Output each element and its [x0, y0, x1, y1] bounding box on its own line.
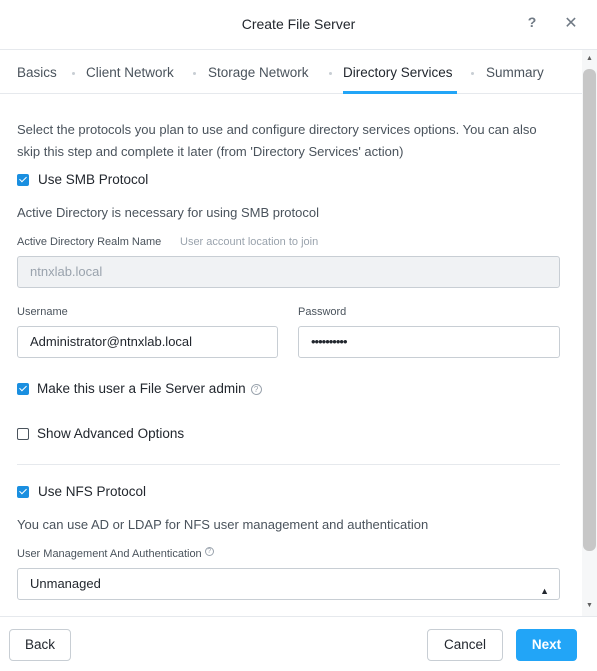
tab-directory-services[interactable]: Directory Services — [343, 65, 453, 80]
nfs-checkbox-label[interactable]: Use NFS Protocol — [38, 484, 146, 499]
cancel-button[interactable]: Cancel — [427, 629, 503, 661]
intro-text: Select the protocols you plan to use and… — [17, 122, 537, 159]
realm-input[interactable]: ntnxlab.local — [17, 256, 560, 288]
user-mgmt-select[interactable]: Unmanaged ▲ — [17, 568, 560, 600]
tab-separator-dot — [471, 72, 474, 75]
help-circle-icon[interactable]: ? — [250, 384, 262, 395]
user-mgmt-row: User Management And Authentication? — [17, 547, 214, 560]
help-icon[interactable]: ? — [524, 14, 540, 34]
username-input[interactable]: Administrator@ntnxlab.local — [17, 326, 278, 358]
user-mgmt-value: Unmanaged — [30, 576, 101, 591]
close-icon[interactable]: ✕ — [562, 13, 580, 33]
wizard-tabs: Basics Client Network Storage Network Di… — [0, 50, 582, 94]
back-button[interactable]: Back — [9, 629, 71, 661]
realm-hint: User account location to join — [180, 236, 319, 248]
file-server-admin-checkbox[interactable] — [17, 383, 29, 395]
file-server-admin-row[interactable]: Make this user a File Server admin? — [37, 381, 262, 396]
tab-basics[interactable]: Basics — [17, 65, 57, 80]
tab-summary[interactable]: Summary — [486, 65, 544, 80]
username-label: Username — [17, 306, 68, 318]
realm-label: Active Directory Realm Name — [17, 236, 162, 248]
nfs-description: You can use AD or LDAP for NFS user mana… — [17, 517, 429, 532]
dialog-title: Create File Server — [241, 16, 356, 32]
caret-up-icon: ▲ — [540, 586, 549, 596]
advanced-options-label[interactable]: Show Advanced Options — [37, 426, 184, 441]
tab-client-network[interactable]: Client Network — [86, 65, 174, 80]
tab-separator-dot — [329, 72, 332, 75]
user-mgmt-label: User Management And Authentication — [17, 548, 202, 560]
tab-separator-dot — [193, 72, 196, 75]
next-button[interactable]: Next — [516, 629, 577, 661]
smb-checkbox[interactable] — [17, 174, 29, 186]
scrollbar-thumb[interactable] — [583, 69, 596, 551]
wizard-content: Select the protocols you plan to use and… — [0, 94, 582, 616]
tab-separator-dot — [72, 72, 75, 75]
tab-storage-network[interactable]: Storage Network — [208, 65, 309, 80]
scroll-up-arrow-icon[interactable]: ▲ — [583, 53, 596, 65]
smb-checkbox-label[interactable]: Use SMB Protocol — [38, 172, 148, 187]
password-input[interactable]: •••••••••• — [298, 326, 560, 358]
help-circle-icon[interactable]: ? — [204, 547, 214, 556]
section-divider — [17, 464, 560, 465]
dialog-header: Create File Server ? ✕ — [0, 0, 597, 50]
advanced-options-checkbox[interactable] — [17, 428, 29, 440]
nfs-checkbox[interactable] — [17, 486, 29, 498]
dialog-footer: Back Cancel Next — [0, 616, 597, 671]
file-server-admin-label: Make this user a File Server admin — [37, 381, 246, 396]
password-label: Password — [298, 306, 347, 318]
scroll-down-arrow-icon[interactable]: ▼ — [583, 600, 596, 612]
smb-description: Active Directory is necessary for using … — [17, 205, 319, 220]
